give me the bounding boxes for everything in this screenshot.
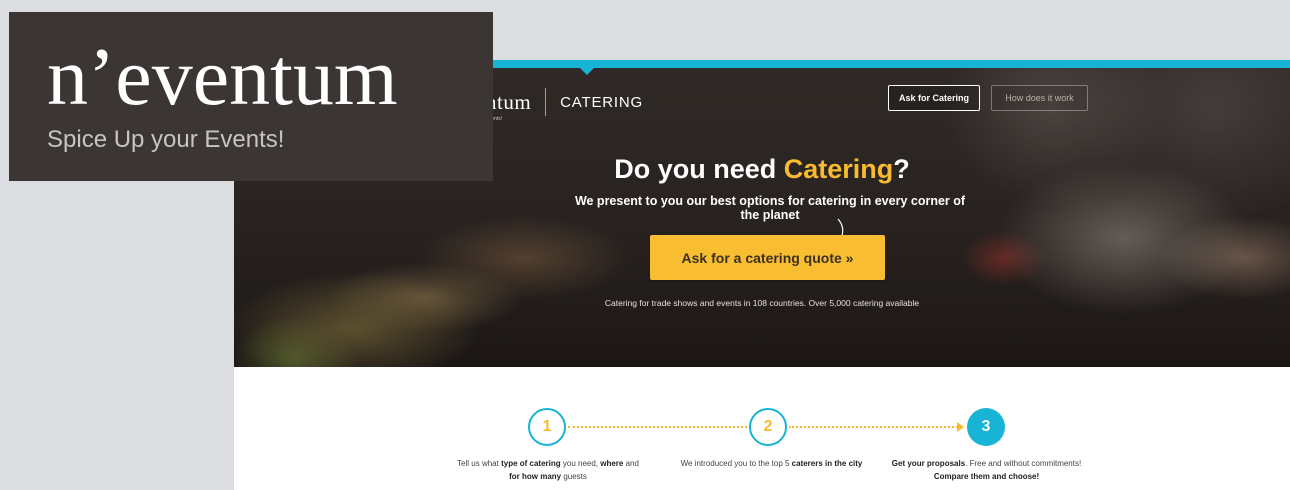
logo-tagline: Spice Up your Events!	[47, 126, 285, 153]
step-connector	[568, 426, 747, 428]
step-connector	[789, 426, 961, 428]
section-title: CATERING	[560, 93, 643, 111]
how-does-it-work-button[interactable]: How does it work	[991, 85, 1088, 111]
hero-subtitle: We present to you our best options for c…	[574, 194, 966, 222]
step-1-text: Tell us what type of catering you need, …	[457, 459, 639, 481]
ask-for-catering-button[interactable]: Ask for Catering	[888, 85, 980, 111]
hero-title-prefix: Do you need	[614, 154, 784, 184]
hero-title-suffix: ?	[893, 154, 910, 184]
arrow-right-icon	[957, 422, 964, 432]
brand-logo[interactable]: ntum events! CATERING	[486, 88, 643, 122]
step-2-text: We introduced you to the top 5 caterers …	[680, 459, 863, 468]
step-3-text: Get your proposals. Free and without com…	[891, 459, 1082, 481]
step-1-circle: 1	[528, 408, 566, 446]
hero-coverage-note: Catering for trade shows and events in 1…	[604, 298, 920, 308]
nav-indicator-notch	[580, 68, 594, 75]
logo-wordmark: n’eventum	[47, 31, 398, 122]
catering-quote-button[interactable]: Ask for a catering quote »	[650, 235, 885, 280]
logo-zoom-overlay: n’eventum Spice Up your Events!	[9, 12, 493, 181]
step-3-circle: 3	[967, 408, 1005, 446]
step-2-circle: 2	[749, 408, 787, 446]
hero-title-accent: Catering	[783, 154, 894, 184]
brand-divider	[545, 88, 547, 116]
how-it-works-steps: 1 2 3 Tell us what type of catering you …	[234, 367, 1290, 490]
